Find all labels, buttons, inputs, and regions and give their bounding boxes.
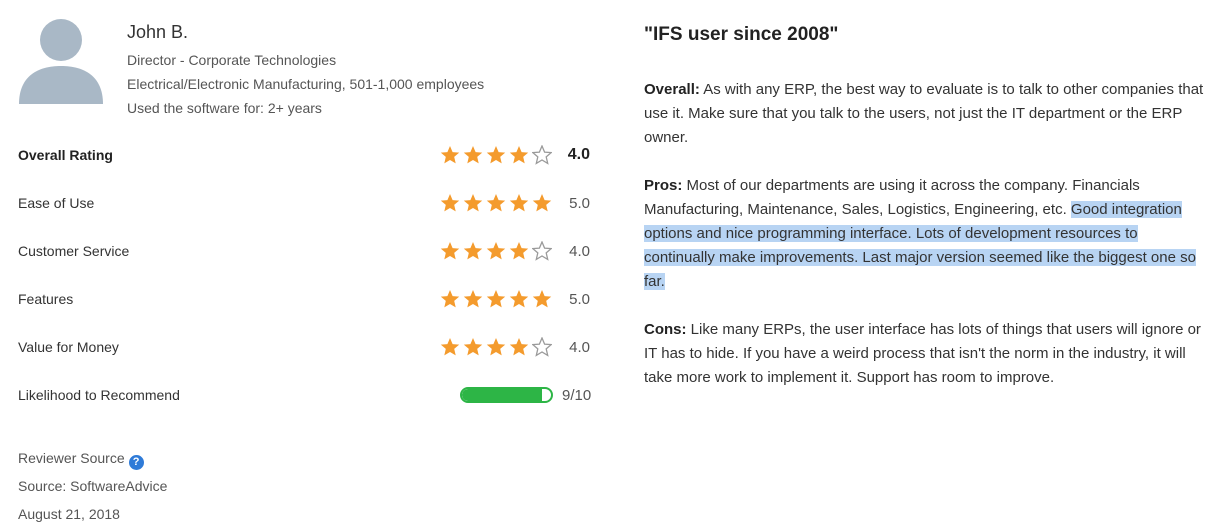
- rating-row-overall: Overall Rating 4.0: [18, 143, 590, 167]
- reviewer-name: John B.: [127, 22, 189, 42]
- rating-row-value-for-money: Value for Money 4.0: [18, 335, 590, 359]
- star-filled-icon: [509, 290, 529, 308]
- star-rating: [440, 337, 552, 357]
- star-filled-icon: [463, 242, 483, 260]
- star-filled-icon: [509, 194, 529, 212]
- rating-label: Customer Service: [18, 243, 130, 259]
- rating-label: Ease of Use: [18, 195, 95, 211]
- rating-value: 4.0: [569, 242, 590, 260]
- overall-label: Overall:: [644, 81, 700, 98]
- star-filled-icon: [532, 194, 552, 212]
- rating-row-ease-of-use: Ease of Use 5.0: [18, 191, 590, 215]
- star-rating: [440, 241, 552, 261]
- reviewer-panel: John B. Director - Corporate Technologie…: [0, 0, 600, 526]
- star-filled-icon: [509, 338, 529, 356]
- cons-label: Cons:: [644, 321, 687, 338]
- rating-label: Overall Rating: [18, 147, 113, 163]
- star-filled-icon: [486, 290, 506, 308]
- source-text: Source: SoftwareAdvice: [18, 478, 168, 494]
- rating-value: 5.0: [569, 290, 590, 308]
- star-empty-icon: [532, 145, 552, 165]
- review-title: "IFS user since 2008": [644, 24, 839, 45]
- star-filled-icon: [463, 194, 483, 212]
- reviewer-usage: Used the software for: 2+ years: [127, 100, 322, 116]
- star-empty-icon: [532, 241, 552, 261]
- reviewer-company: Electrical/Electronic Manufacturing, 501…: [127, 76, 485, 92]
- rating-value: 5.0: [569, 194, 590, 212]
- star-filled-icon: [486, 338, 506, 356]
- rating-row-features: Features 5.0: [18, 287, 590, 311]
- star-rating: [440, 193, 552, 213]
- avatar-icon: [19, 19, 103, 104]
- rating-value: 4.0: [569, 338, 590, 356]
- star-filled-icon: [509, 146, 529, 164]
- rating-label: Value for Money: [18, 339, 119, 355]
- star-filled-icon: [509, 242, 529, 260]
- pros-label: Pros:: [644, 177, 683, 194]
- pros-text: Most of our departments are using it acr…: [644, 177, 1140, 218]
- star-empty-icon: [532, 337, 552, 357]
- star-filled-icon: [440, 146, 460, 164]
- rating-value: 4.0: [567, 146, 590, 163]
- star-rating: [440, 289, 552, 309]
- cons-text: Like many ERPs, the user interface has l…: [644, 321, 1201, 386]
- star-filled-icon: [486, 146, 506, 164]
- star-filled-icon: [486, 242, 506, 260]
- reviewer-source-label: Reviewer Source: [18, 450, 125, 466]
- rating-label: Likelihood to Recommend: [18, 387, 180, 403]
- star-filled-icon: [463, 146, 483, 164]
- recommend-progress-fill: [462, 389, 543, 401]
- rating-row-recommend: Likelihood to Recommend 9/10: [18, 383, 592, 407]
- reviewer-title: Director - Corporate Technologies: [127, 52, 337, 68]
- recommend-progress-bar: [460, 387, 553, 403]
- overall-text: As with any ERP, the best way to evaluat…: [644, 81, 1204, 146]
- star-filled-icon: [532, 290, 552, 308]
- star-filled-icon: [463, 338, 483, 356]
- recommend-value: 9/10: [562, 386, 592, 404]
- review-pros: Pros: Most of our departments are using …: [644, 174, 1204, 294]
- star-filled-icon: [440, 290, 460, 308]
- rating-label: Features: [18, 291, 74, 307]
- rating-row-customer-service: Customer Service 4.0: [18, 239, 590, 263]
- star-filled-icon: [440, 194, 460, 212]
- star-filled-icon: [486, 194, 506, 212]
- reviewer-source: Reviewer Source?: [18, 450, 144, 470]
- help-icon[interactable]: ?: [128, 455, 144, 470]
- star-filled-icon: [440, 338, 460, 356]
- review-overall: Overall: As with any ERP, the best way t…: [644, 78, 1204, 150]
- review-date: August 21, 2018: [18, 506, 120, 522]
- star-filled-icon: [463, 290, 483, 308]
- review-cons: Cons: Like many ERPs, the user interface…: [644, 318, 1204, 390]
- star-rating: [440, 145, 552, 165]
- star-filled-icon: [440, 242, 460, 260]
